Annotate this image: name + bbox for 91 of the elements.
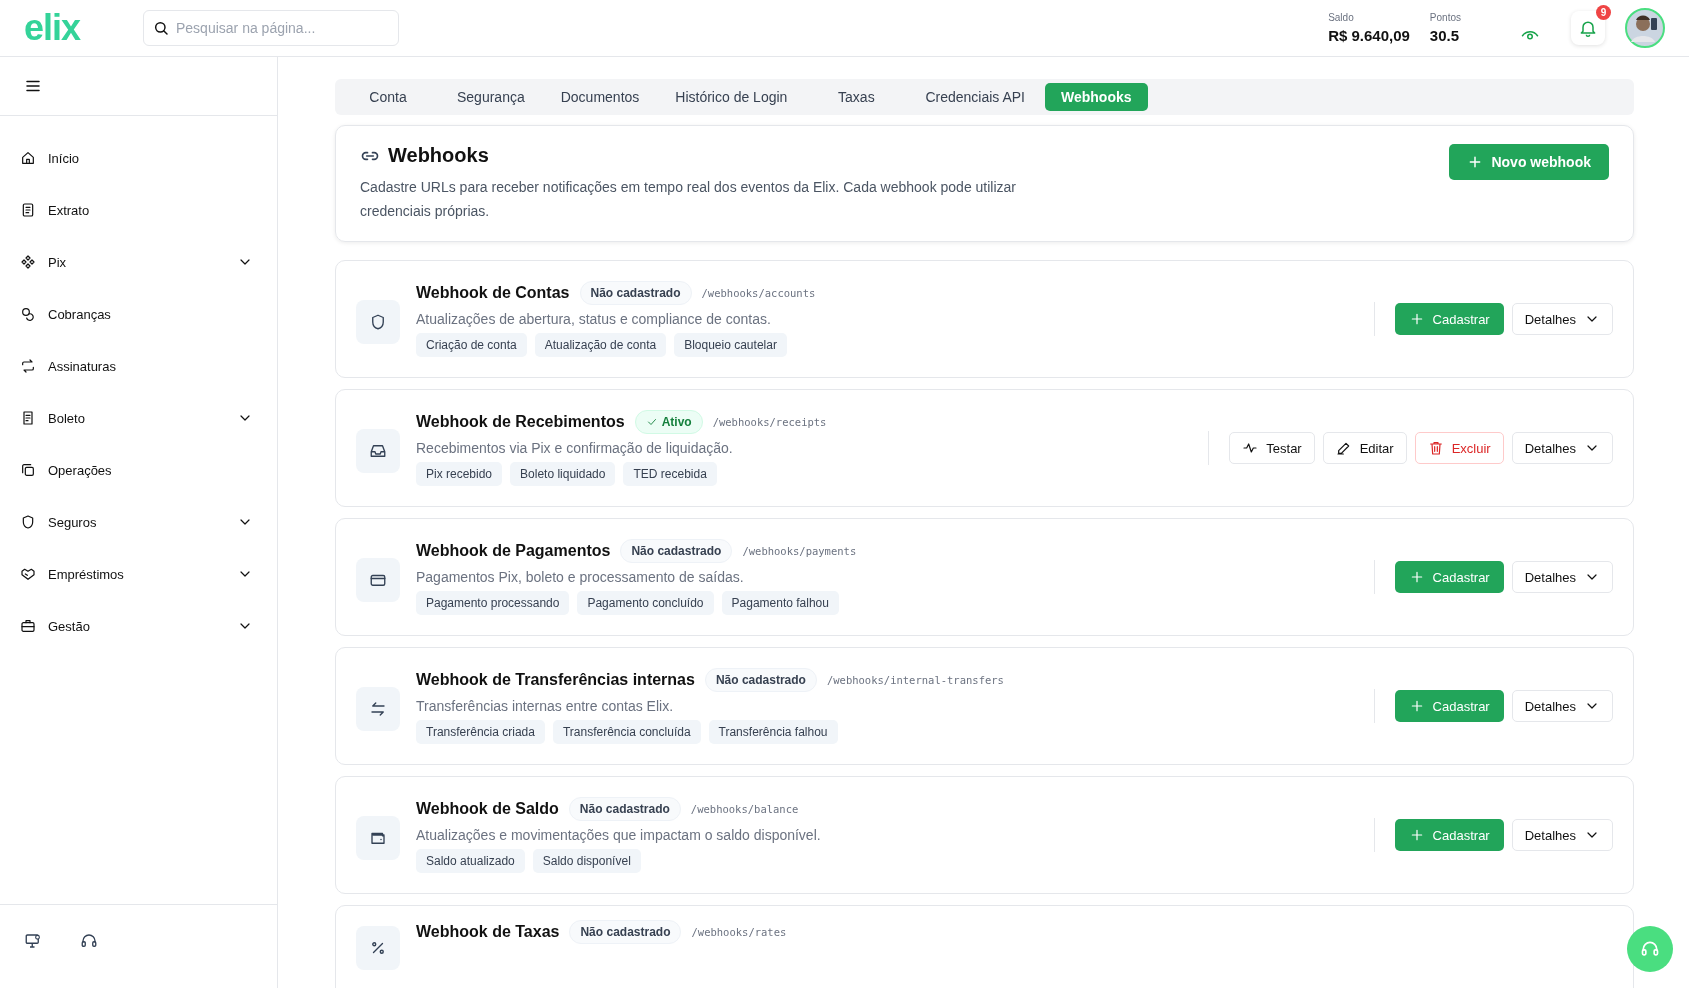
- trash-icon: [1427, 440, 1444, 456]
- webhook-description: Recebimentos via Pix e confirmação de liquidação.: [416, 440, 734, 456]
- event-tag: Bloqueio cautelar: [674, 333, 787, 357]
- event-tag: Pagamento concluído: [577, 591, 714, 615]
- sidebar-item[interactable]: Gestão: [0, 600, 277, 652]
- event-tag: Saldo disponível: [532, 849, 641, 873]
- status-badge: Não cadastrado: [569, 920, 682, 944]
- endpoint-path: /webhooks/internal-transfers: [826, 674, 1004, 686]
- delete-button[interactable]: Excluir: [1414, 432, 1504, 464]
- sidebar-item[interactable]: Boleto: [0, 392, 277, 444]
- tab[interactable]: Credenciais API: [909, 83, 1041, 111]
- endpoint-path: /webhooks/balance: [690, 803, 799, 815]
- sidebar-item[interactable]: Extrato: [0, 184, 277, 236]
- points-value: 30.5: [1429, 27, 1461, 44]
- eye-icon[interactable]: [1521, 29, 1539, 41]
- repeat-icon: [20, 358, 36, 374]
- event-tag: Transferência concluída: [552, 720, 701, 744]
- tab[interactable]: Taxas: [807, 83, 906, 111]
- endpoint-path: /webhooks/rates: [691, 926, 787, 938]
- sidebar-item[interactable]: Início: [0, 132, 277, 184]
- tab[interactable]: Histórico de Login: [659, 83, 804, 111]
- event-tag: Criação de conta: [416, 333, 527, 357]
- pencil-icon: [1335, 440, 1352, 456]
- sidebar-item[interactable]: Operações: [0, 444, 277, 496]
- coins-icon: [20, 306, 36, 322]
- event-tag: Transferência criada: [416, 720, 545, 744]
- event-tag: Saldo atualizado: [416, 849, 525, 873]
- webhook-title: Webhook de Transferências internas: [416, 671, 695, 689]
- tab[interactable]: Conta: [339, 83, 437, 111]
- status-badge: Ativo: [634, 410, 703, 434]
- section-title: Webhooks: [388, 144, 489, 167]
- document-icon: [20, 202, 36, 218]
- check-icon: [645, 416, 658, 428]
- notification-badge: 9: [1596, 5, 1611, 20]
- status-badge: Não cadastrado: [568, 797, 681, 821]
- swap-arrows-icon: [369, 700, 387, 718]
- webhook-title: Webhook de Contas: [416, 284, 570, 302]
- webhook-description: Atualizações de abertura, status e compliance de contas.: [416, 311, 772, 327]
- endpoint-path: /webhooks/payments: [742, 545, 857, 557]
- event-tag: Pix recebido: [416, 462, 503, 486]
- inbox-icon: [369, 442, 387, 460]
- webhook-description: Transferências internas entre contas Elix.: [416, 698, 675, 714]
- monitor-icon[interactable]: [24, 931, 42, 950]
- sidebar-item[interactable]: Empréstimos: [0, 548, 277, 600]
- receipt-icon: [20, 410, 36, 426]
- shield-icon: [20, 514, 36, 530]
- event-tag: TED recebida: [623, 462, 717, 486]
- headset-icon[interactable]: [80, 931, 98, 950]
- search-icon: [153, 20, 169, 36]
- event-tag: Pagamento processando: [416, 591, 570, 615]
- webhook-title: Webhook de Pagamentos: [416, 542, 611, 560]
- tab[interactable]: Segurança: [441, 83, 541, 111]
- details-button[interactable]: Detalhes: [1511, 303, 1613, 335]
- balance-value: R$ 9.640,09: [1328, 27, 1410, 44]
- headset-icon: [1640, 939, 1660, 959]
- status-badge: Não cadastrado: [579, 281, 692, 305]
- webhook-title: Webhook de Taxas: [416, 923, 560, 941]
- home-icon: [20, 150, 36, 166]
- copy-icon: [20, 462, 36, 478]
- pulse-icon: [1242, 440, 1259, 456]
- sidebar-item[interactable]: Seguros: [0, 496, 277, 548]
- diamond-icon: [20, 254, 36, 270]
- test-button[interactable]: Testar: [1229, 432, 1315, 464]
- event-tag: Transferência falhou: [708, 720, 838, 744]
- sidebar-item[interactable]: Cobranças: [0, 288, 277, 340]
- details-button[interactable]: Detalhes: [1511, 561, 1613, 593]
- shield-icon: [369, 313, 387, 331]
- points-label: Pontos: [1429, 12, 1461, 23]
- webhook-description: Pagamentos Pix, boleto e processamento de saídas.: [416, 569, 745, 585]
- status-badge: Não cadastrado: [704, 668, 817, 692]
- balance-label: Saldo: [1328, 12, 1355, 23]
- details-button[interactable]: Detalhes: [1511, 690, 1613, 722]
- status-badge: Não cadastrado: [620, 539, 733, 563]
- search-field[interactable]: Pesquisar na página...: [143, 10, 399, 46]
- sidebar-item[interactable]: Pix: [0, 236, 277, 288]
- percent-icon: [369, 939, 387, 957]
- endpoint-path: /webhooks/receipts: [712, 416, 827, 428]
- webhook-title: Webhook de Recebimentos: [416, 413, 625, 431]
- edit-button[interactable]: Editar: [1322, 432, 1407, 464]
- briefcase-icon: [20, 618, 36, 634]
- event-tag: Pagamento falhou: [721, 591, 839, 615]
- details-button[interactable]: Detalhes: [1511, 432, 1613, 464]
- section-description: Cadastre URLs para receber notificações em tempo real dos eventos da Elix. Cada webhook pode utilizar credenciais próprias.: [360, 178, 1018, 221]
- details-button[interactable]: Detalhes: [1511, 819, 1613, 851]
- event-tag: Atualização de conta: [534, 333, 667, 357]
- tab[interactable]: Documentos: [544, 83, 656, 111]
- sidebar-item[interactable]: Assinaturas: [0, 340, 277, 392]
- webhook-description: Atualizações e movimentações que impactam o saldo disponível.: [416, 827, 822, 843]
- endpoint-path: /webhooks/accounts: [701, 287, 816, 299]
- webhook-title: Webhook de Saldo: [416, 800, 559, 818]
- event-tag: Boleto liquidado: [510, 462, 616, 486]
